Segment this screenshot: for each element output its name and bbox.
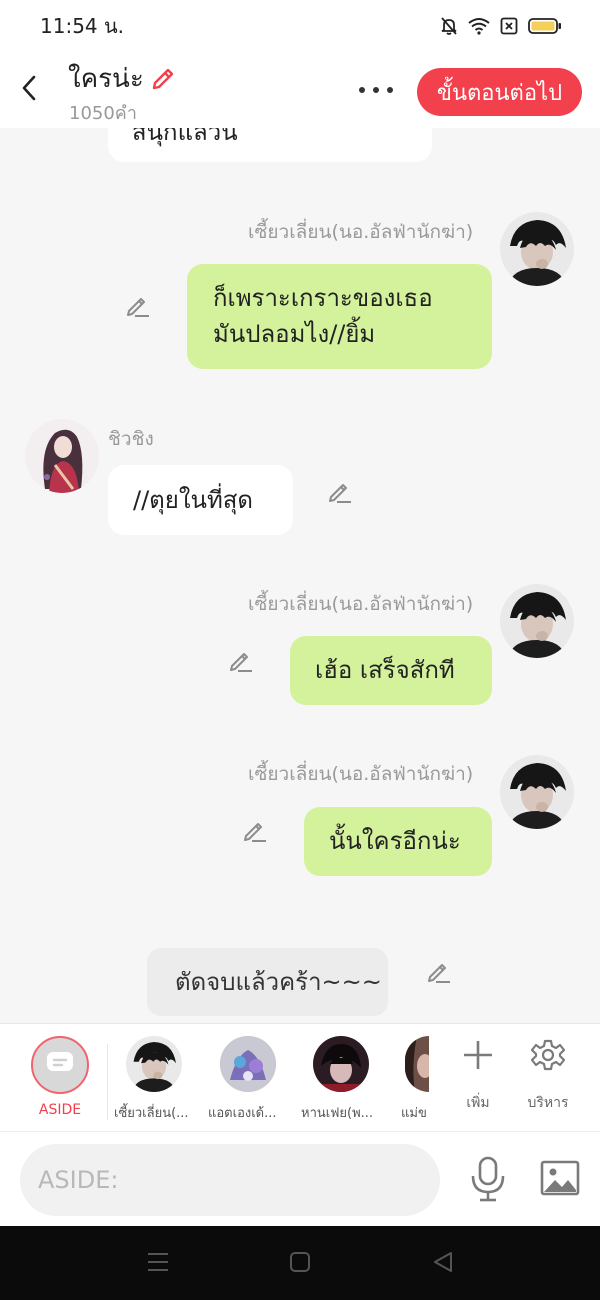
plus-icon — [461, 1038, 495, 1076]
sender-name: เซี้ยวเลี่ยน(นอ.อัลฟ่านักฆ่า) — [248, 763, 474, 785]
gear-icon — [530, 1038, 566, 1076]
avatar[interactable] — [500, 584, 574, 658]
aside-text: ตัดจบแล้วคร้า~~~ — [175, 968, 382, 996]
edit-message-icon[interactable] — [123, 291, 151, 319]
character-name: เซี้ยวเลี่ยน(... — [114, 1106, 189, 1121]
message-bubble-partial[interactable]: สนุกแล้วน — [108, 128, 432, 162]
image-icon — [540, 1160, 580, 1200]
insert-image-button[interactable] — [538, 1160, 582, 1200]
home-button[interactable] — [287, 1252, 313, 1276]
character-name: แม่ข — [401, 1106, 427, 1121]
voice-input-button[interactable] — [468, 1156, 508, 1206]
aside-bubble[interactable]: ตัดจบแล้วคร้า~~~ — [147, 948, 388, 1016]
wifi-icon — [468, 17, 490, 35]
message-text: นั้นใครอีกน่ะ — [329, 827, 461, 855]
manage-characters-button[interactable]: บริหาร — [518, 1038, 578, 1128]
message-text-line: ก็เพราะเกราะของเธอ — [213, 284, 433, 312]
edit-message-icon[interactable] — [226, 646, 254, 674]
message-bubble[interactable]: ก็เพราะเกราะของเธอ มันปลอมไง//ยิ้ม — [187, 264, 492, 369]
more-dot — [373, 87, 379, 93]
character-avatar[interactable] — [405, 1036, 429, 1092]
character-name: แอตเองเด้... — [208, 1106, 277, 1121]
menu-icon — [147, 1252, 169, 1276]
aside-label: ASIDE — [38, 1102, 82, 1118]
chat-area[interactable]: สนุกแล้วน เซี้ยวเลี่ยน(นอ.อัลฟ่านักฆ่า) … — [0, 128, 600, 1023]
divider — [107, 1044, 108, 1120]
recent-apps-button[interactable] — [145, 1252, 171, 1276]
message-text-line: มันปลอมไง//ยิ้ม — [213, 320, 376, 348]
back-button[interactable] — [14, 72, 44, 108]
character-avatar[interactable] — [126, 1036, 182, 1092]
sender-name: ชิวชิง — [108, 428, 154, 450]
system-nav-bar — [0, 1226, 600, 1300]
status-icons — [440, 16, 562, 36]
chevron-left-icon — [21, 75, 37, 105]
battery-icon — [528, 17, 562, 35]
edit-message-icon[interactable] — [240, 816, 268, 844]
add-character-button[interactable]: เพิ่ม — [448, 1038, 508, 1128]
status-bar: 11:54 น. — [0, 0, 600, 52]
more-options-button[interactable] — [356, 78, 396, 102]
character-name: หานเฟย(พ... — [301, 1106, 374, 1121]
more-dot — [359, 87, 365, 93]
avatar[interactable] — [25, 419, 99, 493]
next-step-button[interactable]: ขั้นตอนต่อไป — [417, 68, 582, 116]
chat-title: ใครน่ะ — [68, 64, 144, 94]
edit-message-icon[interactable] — [424, 957, 452, 985]
avatar[interactable] — [500, 755, 574, 829]
sim-off-icon — [500, 17, 518, 35]
message-text: สนุกแล้วน — [132, 128, 238, 146]
microphone-icon — [470, 1156, 506, 1206]
chat-bubble-icon — [46, 1051, 74, 1079]
more-dot — [387, 87, 393, 93]
word-count: 1050คำ — [69, 103, 137, 124]
character-bar: ASIDE เซี้ยวเลี่ยน(... แอตเองเด้... หานเ… — [0, 1023, 600, 1131]
edit-title-button[interactable] — [150, 63, 178, 95]
back-triangle-icon — [432, 1251, 454, 1277]
avatar[interactable] — [500, 212, 574, 286]
system-back-button[interactable] — [430, 1252, 456, 1276]
status-time: 11:54 น. — [40, 14, 125, 38]
manage-label: บริหาร — [527, 1095, 569, 1111]
character-avatar[interactable] — [220, 1036, 276, 1092]
sender-name: เซี้ยวเลี่ยน(นอ.อัลฟ่านักฆ่า) — [248, 221, 474, 243]
message-bubble[interactable]: นั้นใครอีกน่ะ — [304, 807, 492, 876]
edit-message-icon[interactable] — [325, 477, 353, 505]
pencil-icon — [152, 68, 173, 89]
message-text: เฮ้อ เสร็จสักที — [315, 656, 455, 684]
message-text: //ตุยในที่สุด — [133, 486, 253, 514]
character-avatar[interactable] — [313, 1036, 369, 1092]
aside-input[interactable] — [20, 1144, 440, 1216]
add-label: เพิ่ม — [466, 1095, 490, 1111]
chat-header: ใครน่ะ 1050คำ ขั้นตอนต่อไป — [0, 52, 600, 128]
input-bar — [0, 1131, 600, 1226]
message-bubble[interactable]: //ตุยในที่สุด — [108, 465, 293, 535]
aside-button[interactable] — [31, 1036, 89, 1094]
mute-bell-icon — [440, 16, 458, 36]
sender-name: เซี้ยวเลี่ยน(นอ.อัลฟ่านักฆ่า) — [248, 593, 474, 615]
title-row: ใครน่ะ — [68, 58, 178, 99]
message-bubble[interactable]: เฮ้อ เสร็จสักที — [290, 636, 492, 705]
home-square-icon — [289, 1251, 311, 1277]
